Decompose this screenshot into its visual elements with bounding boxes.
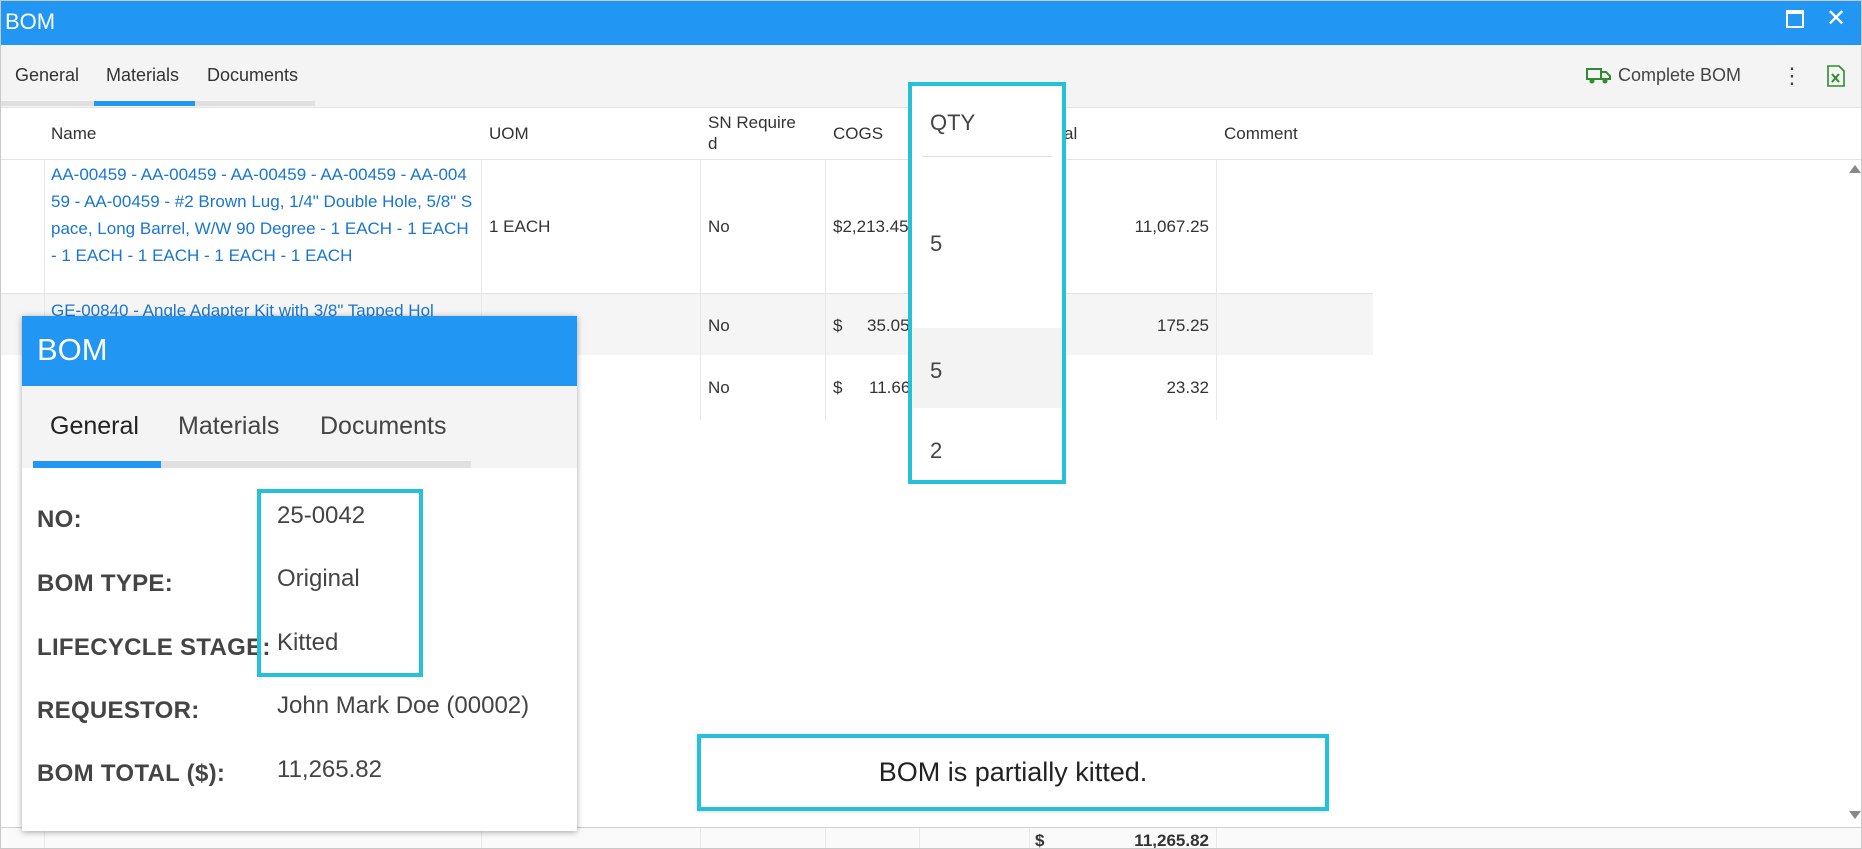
complete-bom-button[interactable]: Complete BOM (1586, 65, 1741, 86)
panel-tab-bar: General Materials Documents (22, 386, 577, 468)
excel-export-icon[interactable] (1827, 65, 1845, 92)
callout-note: BOM is partially kitted. (697, 734, 1329, 811)
footer-total-symbol: $ (1035, 831, 1045, 849)
panel-title: BOM (37, 332, 108, 367)
qty-value: 5 (930, 231, 943, 256)
tab-materials[interactable]: Materials (106, 65, 179, 86)
col-divider (1029, 828, 1030, 848)
footer-total: 11,265.82 (1134, 831, 1209, 849)
field-label-requestor: REQUESTOR: (37, 697, 200, 724)
field-label-lifecycle-stage: LIFECYCLE STAGE: (37, 634, 271, 661)
field-label-bom-total: BOM TOTAL ($): (37, 760, 226, 787)
panel-tab-general[interactable]: General (50, 412, 139, 441)
highlight-box (257, 489, 423, 677)
panel-header: BOM (22, 316, 577, 386)
scroll-up-arrow-icon[interactable] (1849, 165, 1861, 173)
maximize-icon[interactable] (1786, 10, 1804, 28)
col-header-cogs[interactable]: COGS (833, 124, 883, 144)
field-label-no: NO: (37, 506, 82, 533)
truck-icon (1586, 67, 1611, 83)
row-name-link[interactable]: AA-00459 - AA-00459 - AA-00459 - AA-0045… (51, 161, 473, 269)
qty-value: 5 (930, 358, 943, 383)
col-divider (825, 828, 826, 848)
scroll-down-arrow-icon[interactable] (1849, 811, 1861, 819)
col-header-comment[interactable]: Comment (1224, 124, 1298, 144)
panel-tab-documents[interactable]: Documents (320, 412, 446, 441)
col-divider (1216, 160, 1217, 420)
qty-column-callout: QTY 5 5 2 (908, 82, 1066, 484)
col-divider (481, 828, 482, 848)
row-total: 11,067.25 (1134, 217, 1209, 236)
row-divider (1, 293, 1373, 294)
active-tab-indicator (94, 101, 195, 106)
close-icon[interactable]: ✕ (1826, 5, 1846, 33)
row-cogs: 35.05 (867, 316, 910, 335)
row-uom: 1 EACH (489, 217, 551, 236)
row-total: 175.25 (1157, 316, 1209, 335)
col-divider (919, 828, 920, 848)
row-total: 23.32 (1166, 378, 1209, 397)
panel-tab-materials[interactable]: Materials (178, 412, 279, 441)
row-cogs-symbol: $ (833, 378, 843, 397)
col-header-name[interactable]: Name (51, 124, 96, 144)
title-bar: BOM ✕ (1, 1, 1861, 45)
col-divider (1216, 828, 1217, 848)
col-header-uom[interactable]: UOM (489, 124, 529, 144)
tab-general[interactable]: General (15, 65, 79, 86)
tab-documents[interactable]: Documents (207, 65, 298, 86)
col-header-sn-required[interactable]: SN Require d (708, 112, 808, 154)
field-value-requestor: John Mark Doe (00002) (277, 692, 530, 719)
col-divider (825, 160, 826, 420)
bom-window: BOM ✕ General Materials Documents Comple… (0, 0, 1862, 849)
more-options-icon[interactable]: ⋮ (1781, 65, 1803, 87)
col-divider (700, 160, 701, 420)
row-cogs: $2,213.45 (833, 217, 909, 236)
qty-header: QTY (930, 110, 976, 135)
row-cogs-symbol: $ (833, 316, 843, 335)
row-sn-required: No (708, 217, 730, 236)
complete-bom-label: Complete BOM (1618, 65, 1742, 85)
qty-header-line (922, 156, 1052, 157)
field-label-bom-type: BOM TYPE: (37, 570, 174, 597)
row-sn-required: No (708, 316, 730, 335)
row-sn-required: No (708, 378, 730, 397)
row-cogs: 11.66 (869, 378, 911, 397)
col-divider (44, 828, 45, 848)
col-divider (700, 828, 701, 848)
field-value-bom-total: 11,265.82 (277, 756, 382, 783)
qty-value: 2 (930, 438, 943, 463)
panel-active-tab-indicator (33, 461, 161, 468)
window-title: BOM (5, 9, 56, 34)
